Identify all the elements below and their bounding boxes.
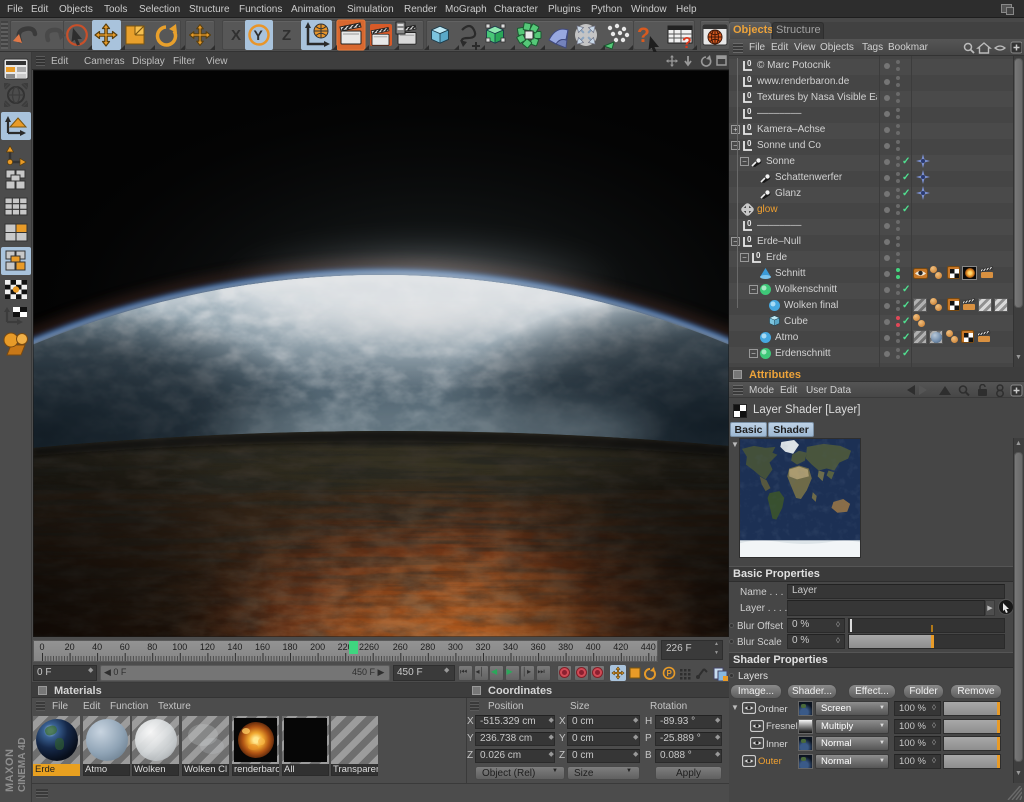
svg-text:?: ? <box>637 24 650 47</box>
svg-text:40: 40 <box>92 642 102 652</box>
svg-text:20: 20 <box>65 642 75 652</box>
svg-text:Y: Y <box>254 27 264 43</box>
svg-text:0: 0 <box>747 139 752 148</box>
svg-text:2260: 2260 <box>359 642 379 652</box>
svg-text:0: 0 <box>747 219 752 228</box>
svg-text:320: 320 <box>475 642 490 652</box>
svg-text:420: 420 <box>613 642 628 652</box>
svg-text:0: 0 <box>747 59 752 68</box>
svg-text:360: 360 <box>531 642 546 652</box>
svg-text:0: 0 <box>747 235 752 244</box>
svg-text:P: P <box>667 669 673 678</box>
svg-text:0: 0 <box>747 107 752 116</box>
svg-text:80: 80 <box>147 642 157 652</box>
svg-text:0: 0 <box>39 642 44 652</box>
svg-text:Z: Z <box>282 27 291 44</box>
svg-text:60: 60 <box>120 642 130 652</box>
svg-text:380: 380 <box>558 642 573 652</box>
svg-text:X: X <box>231 27 241 44</box>
svg-text:180: 180 <box>282 642 297 652</box>
svg-text:300: 300 <box>448 642 463 652</box>
svg-text:400: 400 <box>586 642 601 652</box>
svg-text:200: 200 <box>310 642 325 652</box>
svg-text:160: 160 <box>255 642 270 652</box>
svg-text:280: 280 <box>420 642 435 652</box>
svg-text:100: 100 <box>172 642 187 652</box>
svg-text:260: 260 <box>393 642 408 652</box>
svg-text:0: 0 <box>747 91 752 100</box>
svg-text:120: 120 <box>200 642 215 652</box>
svg-text:340: 340 <box>503 642 518 652</box>
svg-text:140: 140 <box>227 642 242 652</box>
svg-text:0: 0 <box>747 123 752 132</box>
svg-text:?: ? <box>682 35 692 52</box>
svg-text:0: 0 <box>747 75 752 84</box>
svg-text:440: 440 <box>641 642 656 652</box>
svg-text:0: 0 <box>756 251 761 260</box>
